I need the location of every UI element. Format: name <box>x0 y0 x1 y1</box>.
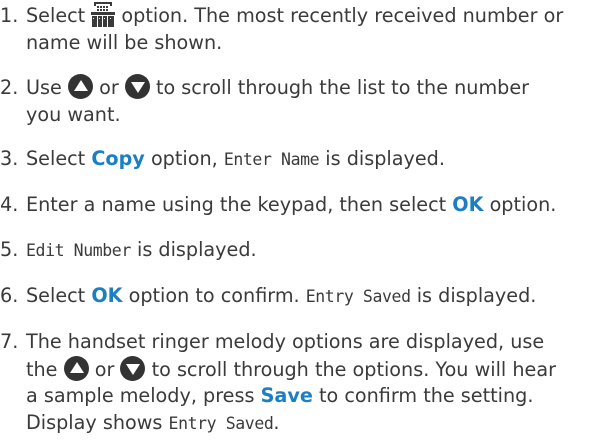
step-number: 4. <box>0 193 19 216</box>
step-text: to scroll through the list to the number <box>155 76 530 99</box>
step-text: is displayed. <box>136 238 257 261</box>
step-6: 6. Select OK option to confirm. Entry Sav… <box>0 283 600 311</box>
save-option-label: Save <box>260 384 313 407</box>
step-text: to confirm the setting. <box>318 384 534 407</box>
step-number: 5. <box>0 238 19 261</box>
step-text: is displayed. <box>416 284 537 307</box>
step-text: . <box>273 410 280 434</box>
display-text-edit-number: Edit Number <box>26 241 131 260</box>
ok-option-label: OK <box>452 193 484 216</box>
step-number: 3. <box>0 147 19 170</box>
down-arrow-icon <box>124 74 150 99</box>
step-text: the <box>26 357 58 381</box>
step-text: Use <box>26 76 62 99</box>
step-text: Enter a name using the keypad, then sele… <box>26 193 447 216</box>
step-text: Select <box>26 284 86 307</box>
up-arrow-icon <box>63 355 89 381</box>
step-text: or <box>94 357 115 381</box>
step-text: Select <box>26 4 86 27</box>
step-text: option. The most recently received numbe… <box>121 4 564 27</box>
up-arrow-icon <box>67 74 93 99</box>
step-5: 5. Edit Number is displayed. <box>0 237 600 265</box>
display-text-enter-name: Enter Name <box>223 150 320 169</box>
step-text: is displayed. <box>325 147 445 170</box>
ok-option-label: OK <box>91 284 123 307</box>
step-text: you want. <box>26 102 121 126</box>
step-text: option, <box>150 147 218 170</box>
step-3: 3. Select Copy option, Enter Name is disp… <box>0 146 600 174</box>
step-text: Display shows <box>26 410 163 434</box>
copy-option-label: Copy <box>91 147 145 170</box>
step-text: The handset ringer melody options are di… <box>26 330 545 353</box>
step-text: or <box>99 76 119 99</box>
display-text-entry-saved: Entry Saved <box>305 287 411 306</box>
step-number: 2. <box>0 76 19 99</box>
step-7: 7. The handset ringer melody options are … <box>0 329 600 437</box>
display-text-entry-saved: Entry Saved <box>168 413 274 433</box>
step-text: Select <box>26 147 86 170</box>
step-text: option. <box>489 193 557 216</box>
step-2: 2. Use or to scroll through the list to t… <box>0 74 600 128</box>
step-number: 1. <box>0 4 19 27</box>
step-text: option to confirm. <box>128 284 300 307</box>
step-1: 1. Select option. The most recently rece… <box>0 2 600 56</box>
step-number: 7. <box>0 330 19 353</box>
step-text: to scroll through the options. You will … <box>151 357 556 381</box>
calls-list-icon <box>91 2 116 27</box>
step-text: name will be shown. <box>26 30 223 54</box>
step-number: 6. <box>0 284 19 307</box>
step-4: 4. Enter a name using the keypad, then se… <box>0 192 600 219</box>
step-text: a sample melody, press <box>26 384 255 407</box>
down-arrow-icon <box>120 355 146 381</box>
